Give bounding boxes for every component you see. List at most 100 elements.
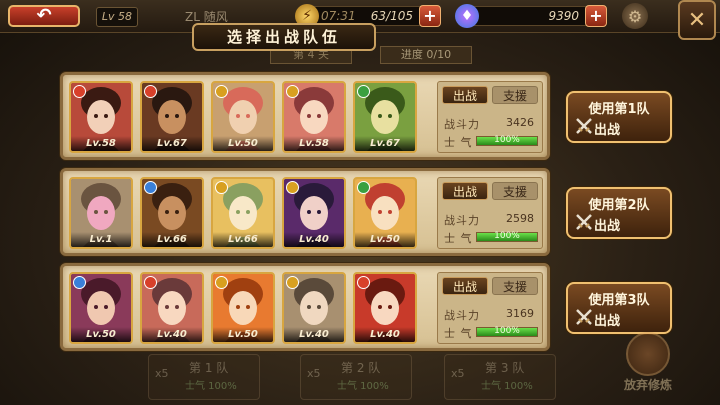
hero-level: Lv.67 xyxy=(142,136,202,151)
hero-level: Lv.40 xyxy=(284,327,344,342)
bottom-team-mult: x5 xyxy=(155,367,169,380)
morale-value: 100% xyxy=(494,135,520,145)
light-element-icon xyxy=(286,85,299,98)
tab-support[interactable]: 支援 xyxy=(492,86,538,104)
hero-level: Lv.50 xyxy=(213,136,273,151)
use-team-label: 使用第2队 xyxy=(588,198,650,213)
wood-element-icon xyxy=(357,181,370,194)
add-energy-button[interactable]: + xyxy=(419,5,441,27)
gems-value: 9390 xyxy=(548,9,579,23)
wood-element-icon xyxy=(357,85,370,98)
bottom-team-label: 第 2 队 xyxy=(341,361,381,375)
hero-slot[interactable]: Lv.58 xyxy=(69,81,133,153)
tab-support[interactable]: 支援 xyxy=(492,182,538,200)
morale-value: 100% xyxy=(494,326,520,336)
light-element-icon xyxy=(215,276,228,289)
hero-level: Lv.58 xyxy=(284,136,344,151)
bottom-team-label: 第 3 队 xyxy=(485,361,525,375)
morale-bar: 100% xyxy=(476,231,538,242)
tab-battle[interactable]: 出战 xyxy=(442,182,488,200)
bottom-team-morale: 士气 100% xyxy=(337,381,389,392)
morale-bar: 100% xyxy=(476,135,538,146)
hero-slot[interactable]: Lv.67 xyxy=(140,81,204,153)
crossed-swords-icon xyxy=(576,118,592,134)
tab-battle[interactable]: 出战 xyxy=(442,86,488,104)
hero-slot[interactable]: Lv.40 xyxy=(282,272,346,344)
settings-gear-icon[interactable]: ⚙ xyxy=(622,3,648,29)
hero-level: Lv.40 xyxy=(284,232,344,247)
use-team-2-button[interactable]: 使用第2队出战 xyxy=(566,187,672,239)
power-value: 2598 xyxy=(506,212,534,225)
hero-slot[interactable]: Lv.66 xyxy=(211,177,275,249)
fire-element-icon xyxy=(144,276,157,289)
morale-value: 100% xyxy=(494,231,520,241)
battle-label: 出战 xyxy=(594,314,621,329)
bottom-team-label: 第 1 队 xyxy=(189,361,229,375)
team-panel-2: Lv.1 Lv.66 Lv.66 Lv.40 Lv.50 出战 支援战斗力 2598 士 气 10… xyxy=(60,168,550,256)
light-element-icon xyxy=(215,85,228,98)
fire-element-icon xyxy=(144,85,157,98)
morale-label: 士 气 xyxy=(444,232,473,245)
hero-level: Lv.50 xyxy=(71,327,131,342)
hero-level: Lv.67 xyxy=(355,136,415,151)
gems-bar: ♦ 9390 + xyxy=(455,4,607,28)
power-label: 战斗力 xyxy=(444,214,480,227)
page-title: 选择出战队伍 xyxy=(192,23,376,51)
water-element-icon xyxy=(144,181,157,194)
water-element-icon xyxy=(73,276,86,289)
morale-label: 士 气 xyxy=(444,327,473,340)
hero-slot[interactable]: Lv.50 xyxy=(211,81,275,153)
hero-slot[interactable]: Lv.50 xyxy=(211,272,275,344)
morale-label: 士 气 xyxy=(444,136,473,149)
bottom-team-3[interactable]: x5 第 3 队 士气 100% xyxy=(444,354,556,400)
training-bowl-icon xyxy=(626,332,670,376)
hero-level: Lv.66 xyxy=(213,232,273,247)
energy-timer: 07:31 xyxy=(321,9,356,23)
fire-element-icon xyxy=(73,85,86,98)
bottom-team-2[interactable]: x5 第 2 队 士气 100% xyxy=(300,354,412,400)
crossed-swords-icon xyxy=(576,309,592,325)
close-button[interactable]: ✕ xyxy=(678,0,716,40)
team-panel-3: Lv.50 Lv.40 Lv.50 Lv.40 Lv.40 出战 支援 战斗力 3169 士 气 1… xyxy=(60,263,550,351)
player-level: Lv 58 xyxy=(96,7,138,27)
hero-slot[interactable]: Lv.40 xyxy=(140,272,204,344)
team-info-box: 出战 支援 战斗力 3169 士 气 100% xyxy=(437,272,543,344)
abandon-training-button[interactable]: 放弃修炼 xyxy=(612,332,684,396)
power-label: 战斗力 xyxy=(444,118,480,131)
hero-slot[interactable]: Lv.58 xyxy=(282,81,346,153)
hero-level: Lv.40 xyxy=(355,327,415,342)
team-info-box: 出战 支援战斗力 3426 士 气 100% xyxy=(437,81,543,153)
hero-level: Lv.1 xyxy=(71,232,131,247)
light-element-icon xyxy=(286,276,299,289)
hero-slot[interactable]: Lv.40 xyxy=(282,177,346,249)
progress-label: 进度 0/10 xyxy=(380,46,472,64)
hero-slot[interactable]: Lv.1 xyxy=(69,177,133,249)
close-icon: ✕ xyxy=(687,7,707,33)
hero-slot[interactable]: Lv.40 xyxy=(353,272,417,344)
hero-level: Lv.50 xyxy=(355,232,415,247)
fire-element-icon xyxy=(357,276,370,289)
hero-level: Lv.50 xyxy=(213,327,273,342)
tab-support[interactable]: 支援 xyxy=(492,277,538,295)
bottom-team-mult: x5 xyxy=(451,367,465,380)
use-team-label: 使用第3队 xyxy=(588,293,650,308)
tab-battle[interactable]: 出战 xyxy=(442,277,488,295)
add-gems-button[interactable]: + xyxy=(585,5,607,27)
hero-slot[interactable]: Lv.66 xyxy=(140,177,204,249)
back-button[interactable]: ↶ xyxy=(8,5,80,27)
use-team-label: 使用第1队 xyxy=(588,102,650,117)
hero-slot[interactable]: Lv.50 xyxy=(69,272,133,344)
use-team-3-button[interactable]: 使用第3队出战 xyxy=(566,282,672,334)
bottom-team-1[interactable]: x5 第 1 队 士气 100% xyxy=(148,354,260,400)
hero-level: Lv.58 xyxy=(71,136,131,151)
bottom-team-morale: 士气 100% xyxy=(481,381,533,392)
power-value: 3426 xyxy=(506,116,534,129)
hero-slot[interactable]: Lv.67 xyxy=(353,81,417,153)
battle-label: 出战 xyxy=(594,219,621,234)
morale-bar: 100% xyxy=(476,326,538,337)
use-team-1-button[interactable]: 使用第1队出战 xyxy=(566,91,672,143)
battle-label: 出战 xyxy=(594,123,621,138)
abandon-training-label: 放弃修炼 xyxy=(623,378,672,392)
hero-slot[interactable]: Lv.50 xyxy=(353,177,417,249)
gem-icon: ♦ xyxy=(455,4,479,28)
